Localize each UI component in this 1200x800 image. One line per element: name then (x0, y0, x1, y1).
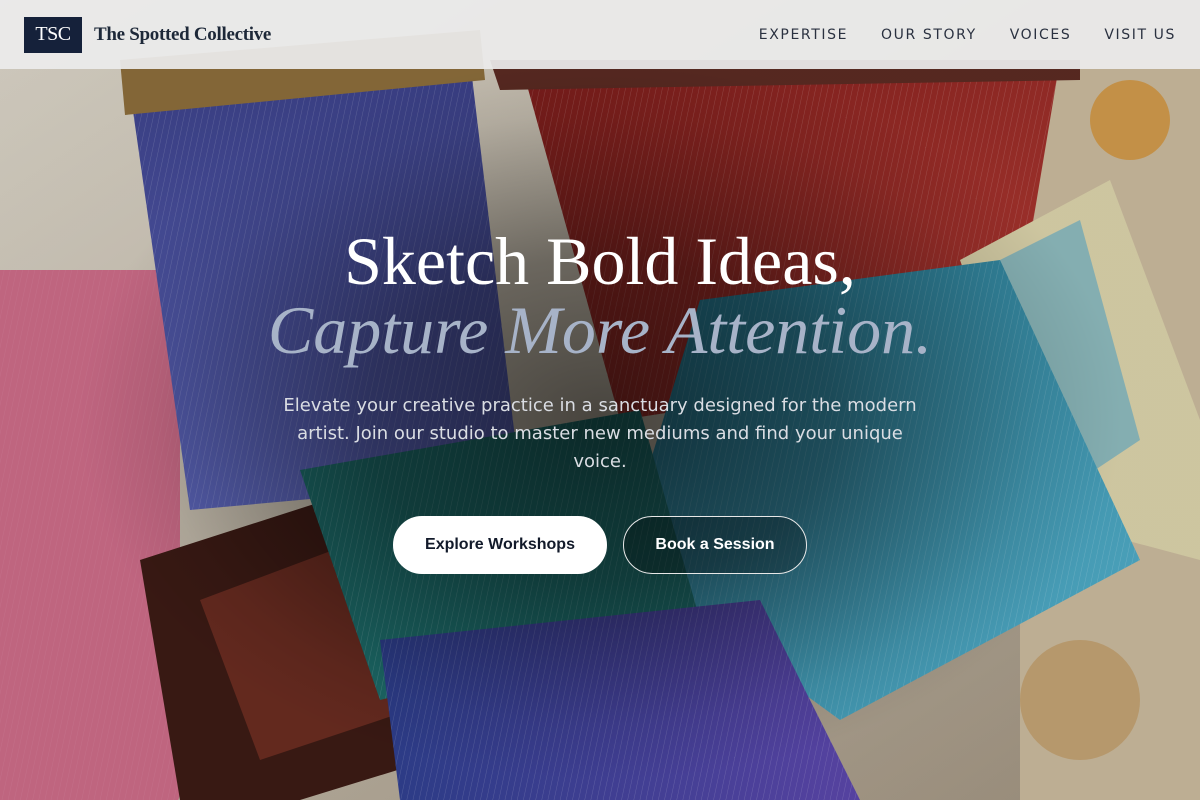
main-nav: EXPERTISE OUR STORY VOICES VISIT US (759, 27, 1176, 43)
book-session-button[interactable]: Book a Session (623, 516, 807, 574)
nav-link-our-story[interactable]: OUR STORY (881, 27, 977, 43)
hero-cta-group: Explore Workshops Book a Session (393, 516, 807, 574)
brand-name: The Spotted Collective (94, 23, 272, 45)
explore-workshops-button[interactable]: Explore Workshops (393, 516, 607, 574)
logo-badge: TSC (24, 16, 82, 53)
hero-headline-line1: Sketch Bold Ideas, (344, 223, 856, 299)
nav-link-expertise[interactable]: EXPERTISE (759, 27, 848, 43)
nav-link-voices[interactable]: VOICES (1010, 27, 1072, 43)
brand-home-link[interactable]: TSC The Spotted Collective (24, 16, 272, 53)
hero-section: Sketch Bold Ideas, Capture More Attentio… (0, 222, 1200, 574)
nav-link-visit-us[interactable]: VISIT US (1104, 27, 1176, 43)
site-header: TSC The Spotted Collective EXPERTISE OUR… (0, 0, 1200, 69)
hero-headline-line2: Capture More Attention. (267, 292, 933, 368)
hero-subtext: Elevate your creative practice in a sanc… (283, 395, 917, 472)
